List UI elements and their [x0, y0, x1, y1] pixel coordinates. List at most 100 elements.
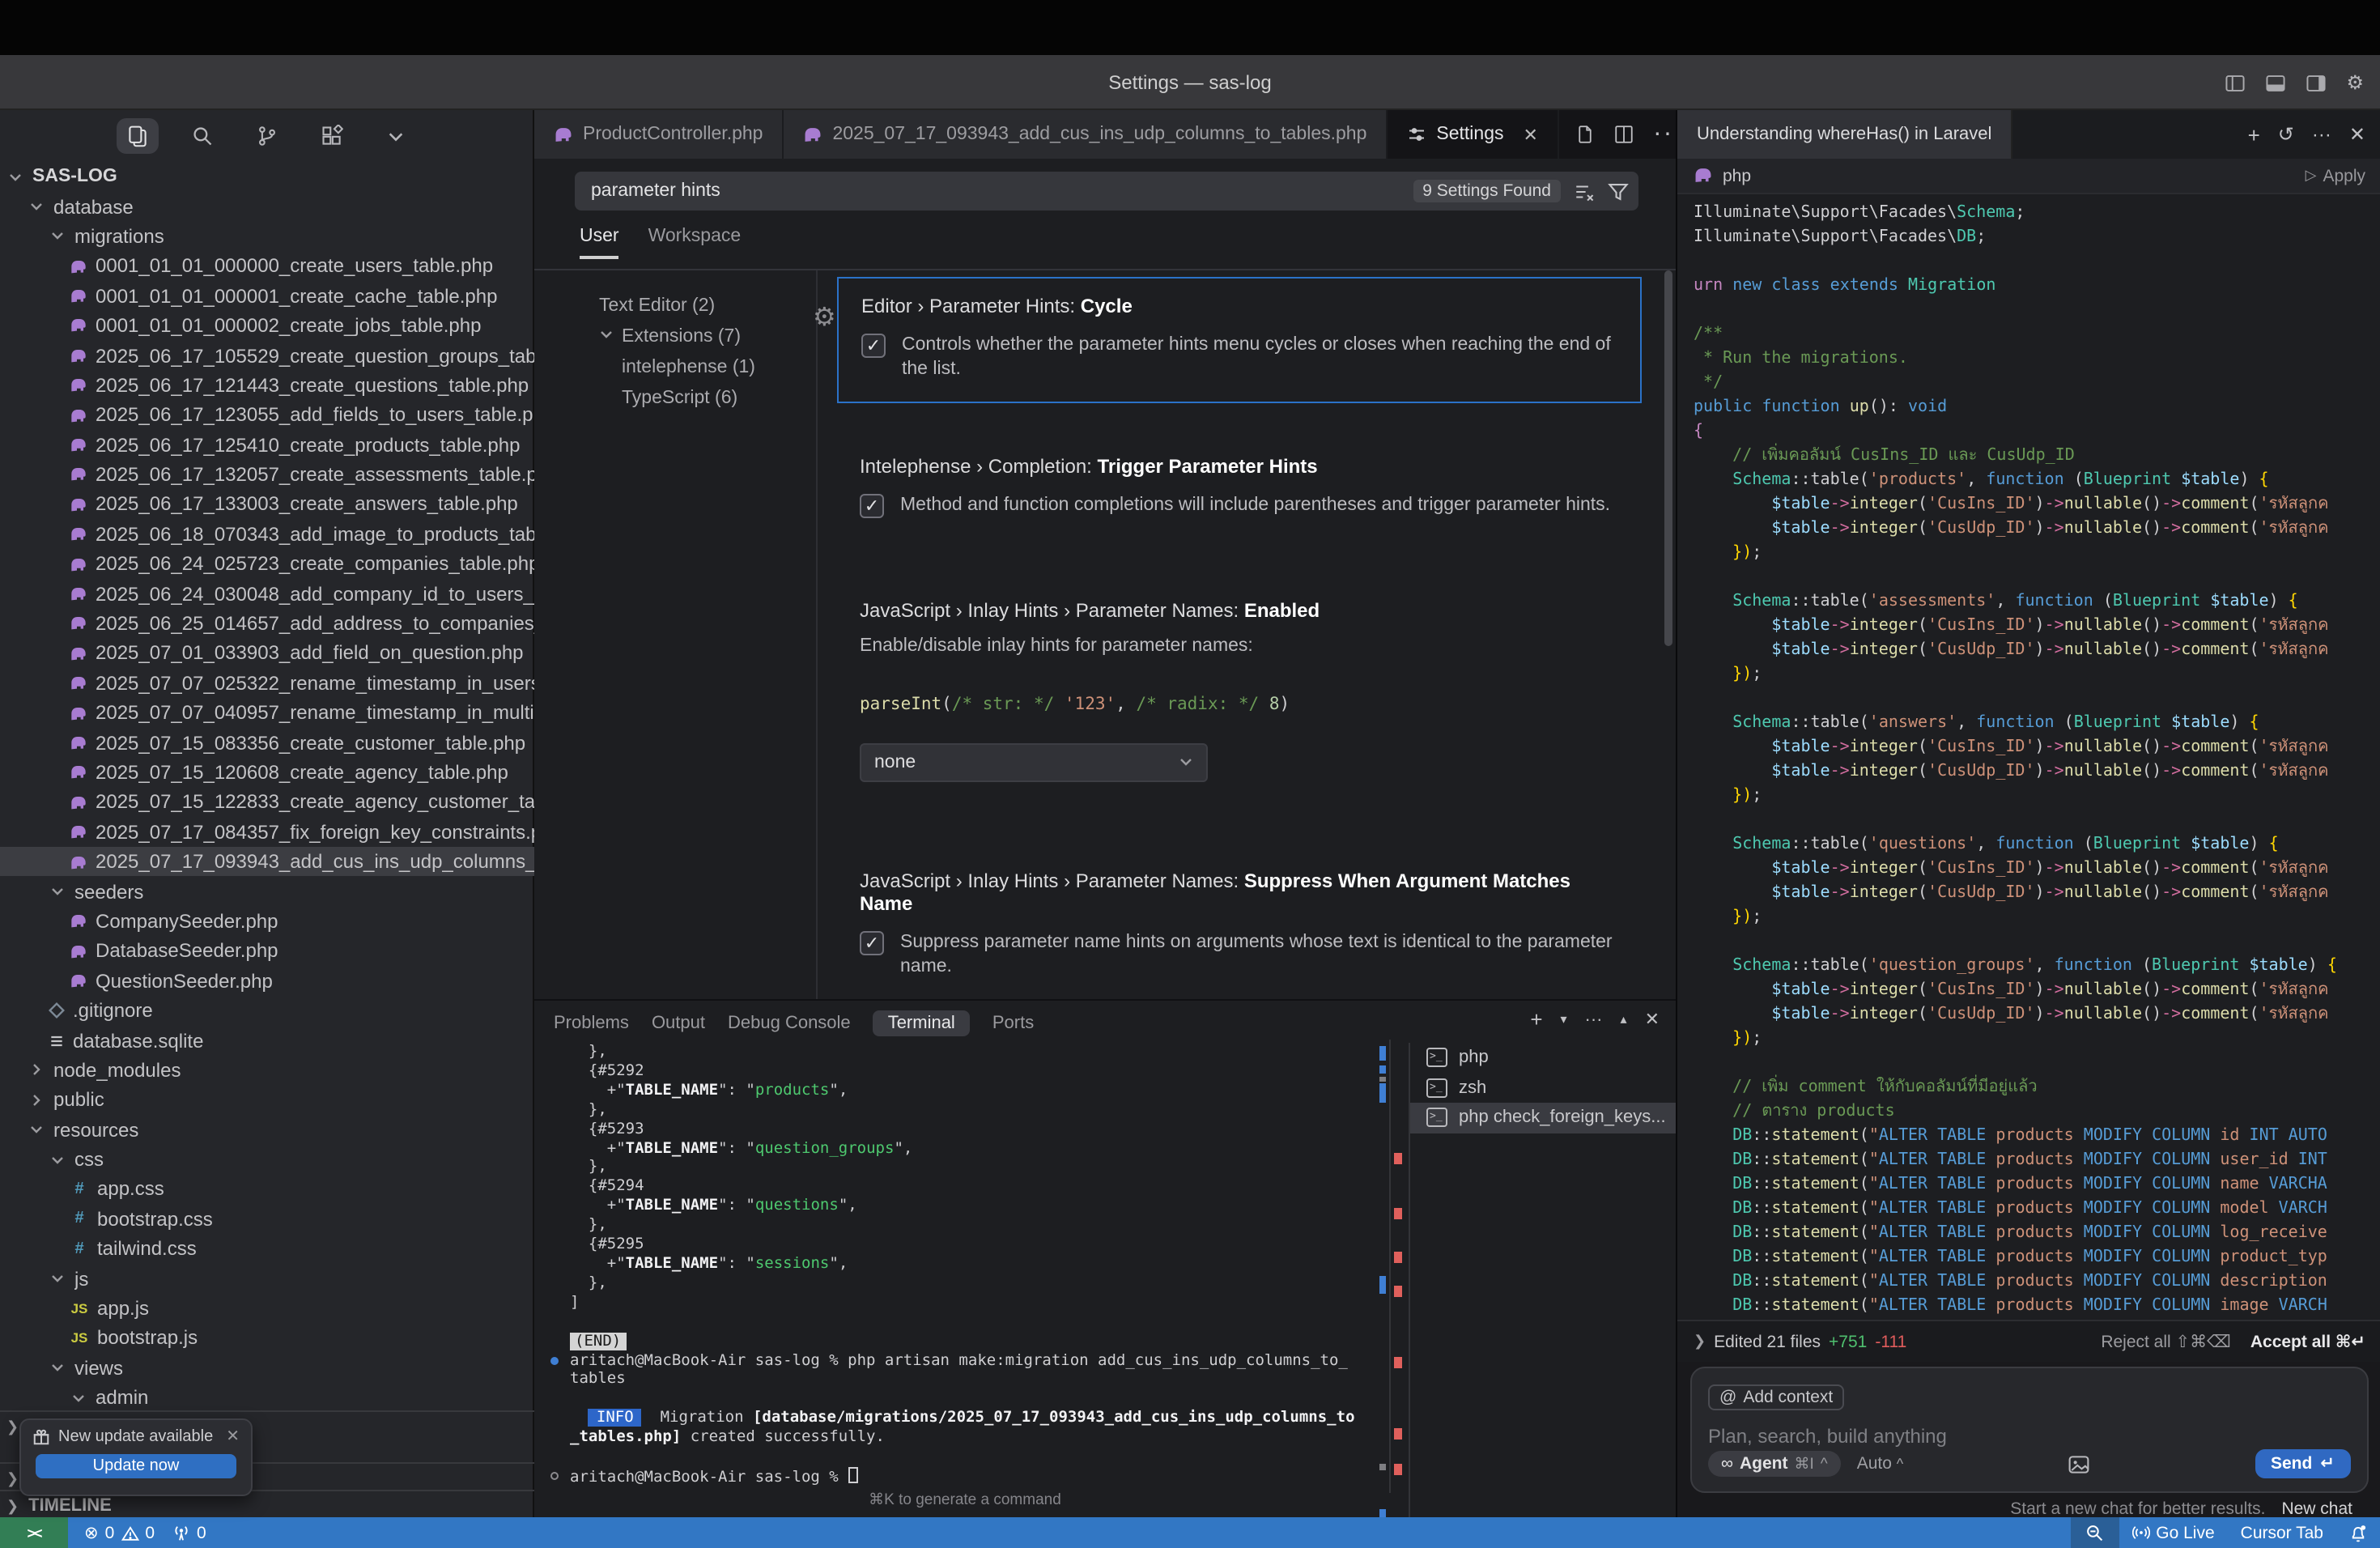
- tree-folder[interactable]: SAS-LOG: [0, 162, 534, 192]
- chat-code-block[interactable]: Illuminate\Support\Facades\Schema;Illumi…: [1677, 194, 2380, 1320]
- panel-tab-problems[interactable]: Problems: [554, 1014, 629, 1033]
- tree-item[interactable]: DatabaseSeeder.php: [0, 936, 534, 966]
- filter-icon[interactable]: [1608, 181, 1629, 202]
- close-panel-icon[interactable]: ✕: [1645, 1009, 1660, 1030]
- tree-item[interactable]: 2025_07_07_025322_rename_timestamp_in_us…: [0, 668, 534, 698]
- settings-item[interactable]: JavaScript › Inlay Hints › Parameter Nam…: [837, 853, 1642, 999]
- tab-workspace[interactable]: Workspace: [648, 227, 742, 259]
- tree-item[interactable]: 0001_01_01_000001_create_cache_table.php: [0, 281, 534, 311]
- views-chevron-icon[interactable]: [375, 118, 417, 154]
- command-decoration[interactable]: [550, 1472, 559, 1480]
- tree-item[interactable]: 2025_06_17_121443_create_questions_table…: [0, 370, 534, 400]
- problems-status[interactable]: ⊗0 0: [84, 1523, 155, 1542]
- settings-search-input[interactable]: parameter hints 9 Settings Found: [575, 172, 1638, 211]
- tree-item[interactable]: 2025_06_17_132057_create_assessments_tab…: [0, 460, 534, 490]
- close-icon[interactable]: ✕: [226, 1428, 240, 1446]
- tab-user[interactable]: User: [580, 227, 619, 259]
- tree-item[interactable]: 2025_06_25_014657_add_address_to_compani…: [0, 609, 534, 639]
- tree-item[interactable]: 2025_07_15_083356_create_customer_table.…: [0, 728, 534, 758]
- toggle-sidebar-icon[interactable]: [2225, 72, 2246, 93]
- tree-item[interactable]: 2025_07_07_040957_rename_timestamp_in_mu…: [0, 698, 534, 728]
- settings-toc-item[interactable]: TypeScript (6): [599, 382, 826, 413]
- settings-toc-item[interactable]: intelephense (1): [599, 351, 826, 382]
- settings-item[interactable]: Intelephense › Completion: Trigger Param…: [837, 439, 1642, 538]
- tree-item[interactable]: 2025_06_17_133003_create_answers_table.p…: [0, 490, 534, 520]
- tree-folder[interactable]: js: [0, 1264, 534, 1294]
- tree-item[interactable]: database.sqlite: [0, 1026, 534, 1056]
- tree-item[interactable]: 2025_07_01_033903_add_field_on_question.…: [0, 639, 534, 669]
- tree-folder[interactable]: seeders: [0, 877, 534, 907]
- setting-checkbox[interactable]: ✓: [860, 931, 884, 955]
- terminal-session[interactable]: >_zsh: [1410, 1073, 1676, 1103]
- toggle-secondary-sidebar-icon[interactable]: [2306, 72, 2327, 93]
- new-terminal-icon[interactable]: +: [1530, 1007, 1542, 1031]
- close-tab-icon[interactable]: ✕: [1524, 124, 1538, 145]
- tree-folder[interactable]: public: [0, 1085, 534, 1115]
- tree-item[interactable]: #bootstrap.css: [0, 1204, 534, 1234]
- panel-tab-debug-console[interactable]: Debug Console: [728, 1014, 851, 1033]
- history-icon[interactable]: ↺: [2278, 123, 2294, 146]
- tree-item[interactable]: 2025_07_15_120608_create_agency_table.ph…: [0, 758, 534, 788]
- explorer-icon[interactable]: [116, 118, 158, 154]
- cursor-tab-status[interactable]: Cursor Tab: [2228, 1517, 2336, 1548]
- panel-tab-ports[interactable]: Ports: [992, 1014, 1034, 1033]
- setting-gear-icon[interactable]: ⚙: [813, 301, 836, 334]
- notifications-bell-icon[interactable]: [2336, 1517, 2380, 1548]
- search-icon[interactable]: [181, 118, 223, 154]
- setting-checkbox[interactable]: ✓: [861, 334, 886, 358]
- toggle-panel-icon[interactable]: [2265, 72, 2286, 93]
- timeline-section[interactable]: ❯TIMELINE: [6, 1496, 112, 1516]
- tree-item[interactable]: 2025_06_17_123055_add_fields_to_users_ta…: [0, 400, 534, 430]
- collapsed-section-chevron[interactable]: ❯: [6, 1418, 19, 1436]
- settings-gear-icon[interactable]: ⚙: [2346, 71, 2364, 94]
- terminal-session[interactable]: >_php: [1410, 1043, 1676, 1073]
- ports-status[interactable]: 0: [171, 1523, 206, 1542]
- attach-image-icon[interactable]: [2068, 1453, 2090, 1474]
- source-control-icon[interactable]: [245, 118, 287, 154]
- reject-all-button[interactable]: Reject all ⇧⌘⌫: [2101, 1332, 2231, 1351]
- tree-folder[interactable]: node_modules: [0, 1055, 534, 1085]
- new-chat-link[interactable]: New chat: [2281, 1499, 2352, 1519]
- split-editor-icon[interactable]: [1614, 125, 1634, 144]
- go-live-button[interactable]: Go Live: [2119, 1517, 2227, 1548]
- zoom-out-icon[interactable]: [2070, 1517, 2119, 1548]
- command-decoration[interactable]: [550, 1356, 559, 1364]
- remote-indicator[interactable]: ><: [0, 1517, 68, 1548]
- settings-item[interactable]: JavaScript › Inlay Hints › Parameter Nam…: [837, 583, 1642, 802]
- tree-item[interactable]: QuestionSeeder.php: [0, 966, 534, 996]
- editor-tab[interactable]: 2025_07_17_093943_add_cus_ins_udp_column…: [784, 110, 1388, 159]
- tree-item[interactable]: #tailwind.css: [0, 1234, 534, 1264]
- close-chat-icon[interactable]: ✕: [2349, 123, 2365, 146]
- new-chat-icon[interactable]: +: [2248, 122, 2260, 147]
- setting-checkbox[interactable]: ✓: [860, 494, 884, 518]
- tree-item[interactable]: #app.css: [0, 1175, 534, 1205]
- panel-more-icon[interactable]: ···: [1585, 1010, 1603, 1029]
- panel-tab-terminal[interactable]: Terminal: [873, 1010, 970, 1036]
- terminal-output[interactable]: }, {#5292 +"TABLE_NAME": "products", }, …: [550, 1043, 1379, 1486]
- settings-toc-item[interactable]: Text Editor (2): [599, 290, 826, 321]
- tree-item[interactable]: 2025_06_17_105529_create_question_groups…: [0, 341, 534, 371]
- update-now-button[interactable]: Update now: [36, 1454, 236, 1478]
- send-button[interactable]: Send↵: [2255, 1449, 2351, 1478]
- apply-button[interactable]: ▷Apply: [2306, 166, 2365, 185]
- accept-all-button[interactable]: Accept all ⌘↵: [2250, 1332, 2365, 1351]
- scrollbar[interactable]: [1664, 270, 1672, 646]
- tree-item[interactable]: .gitignore: [0, 996, 534, 1026]
- chat-tab[interactable]: Understanding whereHas() in Laravel: [1677, 110, 2012, 159]
- editor-tab[interactable]: Settings✕: [1388, 110, 1559, 159]
- chat-input-box[interactable]: @Add context Plan, search, build anythin…: [1690, 1367, 2369, 1493]
- clear-filter-icon[interactable]: [1574, 181, 1595, 202]
- tree-item[interactable]: JSapp.js: [0, 1294, 534, 1324]
- tree-folder[interactable]: resources: [0, 1115, 534, 1145]
- tree-item[interactable]: CompanySeeder.php: [0, 907, 534, 937]
- tree-item[interactable]: 2025_07_17_084357_fix_foreign_key_constr…: [0, 817, 534, 847]
- settings-item[interactable]: ⚙Editor › Parameter Hints: Cycle✓Control…: [837, 277, 1642, 403]
- tree-item[interactable]: 2025_06_24_025723_create_companies_table…: [0, 549, 534, 579]
- agent-mode-selector[interactable]: ∞Agent⌘I^: [1708, 1451, 1841, 1477]
- tree-item[interactable]: 2025_06_17_125410_create_products_table.…: [0, 430, 534, 460]
- open-changes-icon[interactable]: [1575, 125, 1595, 144]
- terminal-dropdown-icon[interactable]: ▾: [1561, 1012, 1567, 1027]
- tree-folder[interactable]: views: [0, 1353, 534, 1383]
- tree-item[interactable]: 2025_07_17_093943_add_cus_ins_udp_column…: [0, 847, 534, 877]
- setting-dropdown[interactable]: none: [860, 743, 1208, 782]
